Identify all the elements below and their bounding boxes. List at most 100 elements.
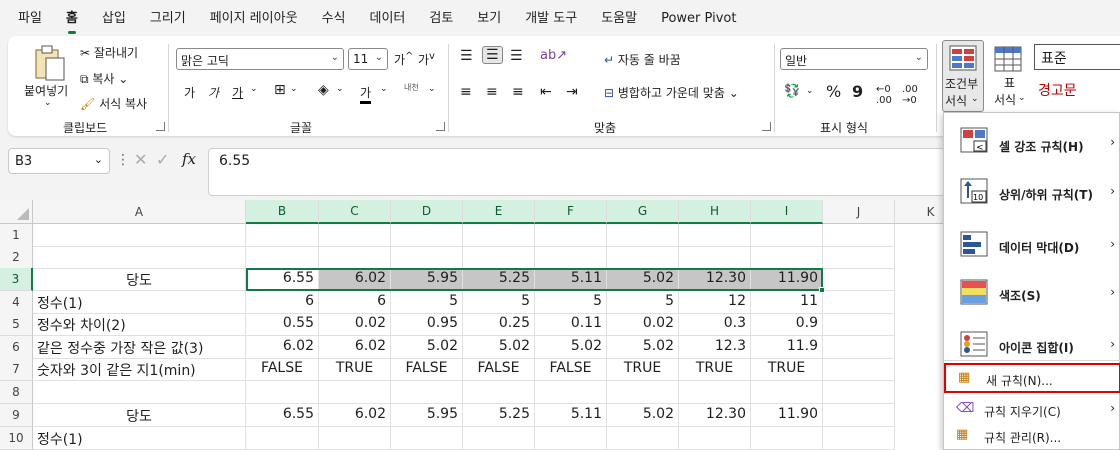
cell[interactable]: 정수(1) — [33, 427, 246, 450]
cell[interactable]: 6 — [246, 291, 319, 314]
cell[interactable]: 6.02 — [319, 268, 391, 291]
menu-draw[interactable]: 그리기 — [138, 7, 198, 36]
chevron-down-icon[interactable]: ⌄ — [806, 86, 814, 96]
cell[interactable]: 11.90 — [751, 268, 823, 291]
cut-button[interactable]: ✂ 잘라내기 — [80, 44, 138, 61]
comma-style-button[interactable]: 9 — [852, 82, 863, 101]
cell[interactable]: 0.02 — [607, 313, 679, 336]
cell[interactable] — [246, 246, 319, 269]
cell[interactable] — [391, 381, 463, 404]
cell[interactable]: 12.30 — [679, 404, 751, 427]
cell[interactable] — [33, 381, 246, 404]
cell[interactable]: 5.25 — [463, 404, 535, 427]
column-header-f[interactable]: F — [535, 200, 607, 224]
cell[interactable]: 5 — [391, 291, 463, 314]
cell[interactable] — [319, 427, 391, 450]
fill-color-icon[interactable]: ◈ — [318, 82, 329, 98]
cell[interactable]: 5.95 — [391, 268, 463, 291]
row-header[interactable]: 9 — [0, 404, 33, 427]
cell[interactable]: TRUE — [679, 358, 751, 381]
cell[interactable] — [823, 246, 895, 269]
cell[interactable]: 숫자와 3이 같은 지1(min) — [33, 358, 246, 381]
menu-manage-rules[interactable]: ▦ 규칙 관리(R)... — [944, 423, 1120, 449]
align-right-icon[interactable]: ≡ — [512, 84, 524, 100]
row-header[interactable]: 1 — [0, 224, 33, 247]
row-header[interactable]: 7 — [0, 358, 33, 381]
cell[interactable]: 5.11 — [535, 268, 607, 291]
cell[interactable]: 5.02 — [463, 336, 535, 359]
cell[interactable]: 12.3 — [679, 336, 751, 359]
menu-file[interactable]: 파일 — [6, 7, 54, 36]
cell[interactable] — [823, 268, 895, 291]
copy-button[interactable]: ⧉ 복사 ⌄ — [80, 70, 128, 87]
cell[interactable] — [823, 313, 895, 336]
cell[interactable]: 0.25 — [463, 313, 535, 336]
style-warning[interactable]: 경고문 — [1038, 80, 1077, 100]
paste-button[interactable]: 붙여넣기 ⌄ — [24, 44, 72, 108]
cell[interactable] — [391, 224, 463, 247]
phonetic-button[interactable]: 내천 — [404, 82, 419, 93]
dialog-launcher-icon[interactable] — [436, 122, 445, 131]
cell[interactable]: 6.55 — [246, 268, 319, 291]
cell[interactable] — [33, 224, 246, 247]
align-middle-icon[interactable]: ☰ — [482, 46, 503, 64]
cell[interactable]: FALSE — [535, 358, 607, 381]
cell[interactable]: 11.9 — [751, 336, 823, 359]
cell[interactable]: 같은 정수중 가장 작은 값(3) — [33, 336, 246, 359]
enter-icon[interactable]: ✓ — [156, 150, 169, 169]
cell[interactable]: 0.55 — [246, 313, 319, 336]
underline-button[interactable]: 가 — [232, 84, 243, 101]
cell[interactable]: 5.11 — [535, 404, 607, 427]
cell[interactable] — [535, 224, 607, 247]
cell[interactable] — [391, 427, 463, 450]
menu-help[interactable]: 도움말 — [589, 7, 649, 36]
select-all-corner[interactable] — [0, 200, 33, 224]
cell[interactable]: 당도 — [33, 404, 246, 427]
column-header-i[interactable]: I — [751, 200, 823, 224]
cell[interactable]: TRUE — [607, 358, 679, 381]
row-header[interactable]: 6 — [0, 336, 33, 359]
wrap-text-button[interactable]: ↵ 자동 줄 바꿈 — [604, 51, 681, 68]
cell[interactable] — [823, 224, 895, 247]
column-header-j[interactable]: J — [823, 200, 895, 224]
menu-clear-rules[interactable]: ⌫ 규칙 지우기(C) › — [944, 397, 1120, 423]
cell[interactable] — [607, 427, 679, 450]
column-header-c[interactable]: C — [319, 200, 391, 224]
menu-home[interactable]: 홈 — [54, 7, 90, 36]
cell[interactable] — [319, 381, 391, 404]
cell[interactable]: 11.90 — [751, 404, 823, 427]
format-as-table-button[interactable]: 표 서식 ⌄ — [988, 40, 1028, 112]
cell[interactable]: 6.55 — [246, 404, 319, 427]
increase-indent-icon[interactable]: ⇥ — [566, 84, 578, 100]
merge-center-button[interactable]: ⊟ 병합하고 가운데 맞춤 ⌄ — [604, 84, 739, 101]
cell[interactable] — [679, 381, 751, 404]
cell[interactable] — [463, 224, 535, 247]
font-size-select[interactable]: 11 ⌄ — [348, 48, 388, 70]
cell[interactable]: 0.02 — [319, 313, 391, 336]
chevron-down-icon[interactable]: ⌄ — [428, 84, 436, 94]
row-header[interactable]: 2 — [0, 246, 33, 269]
cell[interactable]: 5.02 — [607, 268, 679, 291]
cell[interactable] — [535, 427, 607, 450]
cell[interactable] — [679, 224, 751, 247]
cell[interactable] — [751, 224, 823, 247]
conditional-formatting-button[interactable]: 조건부 서식 ⌄ — [942, 40, 984, 112]
cell[interactable] — [751, 381, 823, 404]
font-color-button[interactable]: 가 — [360, 84, 372, 104]
align-left-icon[interactable]: ≡ — [460, 84, 472, 100]
cell[interactable]: 5 — [607, 291, 679, 314]
cell[interactable]: FALSE — [463, 358, 535, 381]
cell[interactable] — [823, 291, 895, 314]
insert-function-icon[interactable]: fx — [182, 150, 196, 168]
cell[interactable]: 당도 — [33, 268, 246, 291]
cell[interactable]: FALSE — [391, 358, 463, 381]
align-top-icon[interactable]: ☰ — [460, 48, 473, 64]
column-header-b[interactable]: B — [246, 200, 319, 224]
menu-view[interactable]: 보기 — [465, 7, 513, 36]
cell[interactable]: FALSE — [246, 358, 319, 381]
cell[interactable] — [463, 381, 535, 404]
increase-decimal-icon[interactable]: ←0.00 — [876, 84, 892, 106]
cell[interactable] — [391, 246, 463, 269]
chevron-down-icon[interactable]: ⌄ — [336, 84, 344, 94]
menu-data-bars[interactable]: 데이터 막대(D) › — [944, 223, 1120, 273]
